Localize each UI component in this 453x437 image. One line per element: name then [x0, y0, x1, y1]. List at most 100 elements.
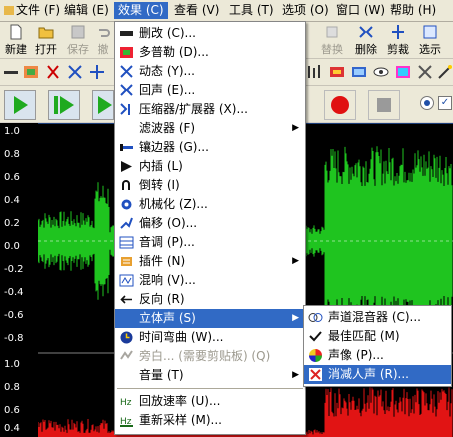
plugin-icon [121, 257, 132, 266]
ruler-tick: 0.4 [4, 423, 20, 434]
delete-button[interactable]: 删除 [350, 22, 382, 58]
menu-edit[interactable]: 编辑 (E) [60, 2, 113, 19]
menu-file[interactable]: 文件 (F) [0, 2, 64, 19]
time-warp-icon [120, 331, 133, 344]
submenu-arrow-icon: ▶ [292, 313, 299, 323]
spectrum-icon[interactable] [350, 63, 368, 81]
play-loop-icon [98, 96, 112, 114]
select-button[interactable]: 选示 [414, 22, 446, 58]
menu-bar: 文件 (F) 编辑 (E) 效果 (C) 查看 (V) 工具 (T) 选项 (O… [0, 0, 453, 22]
menu-item-stereo[interactable]: 立体声 (S) ▶ [115, 309, 305, 328]
menu-effects[interactable]: 效果 (C) [114, 2, 168, 19]
best-match-icon [309, 331, 322, 342]
menu-window[interactable]: 窗口 (W) [332, 2, 389, 19]
play-to-end-icon [54, 96, 74, 114]
cut-button[interactable]: 剪裁 [382, 22, 414, 58]
menu-item-volume[interactable]: 音量 (T) ▶ [115, 366, 305, 385]
bars-icon[interactable] [328, 63, 346, 81]
open-folder-icon [38, 27, 54, 39]
menu-tools[interactable]: 工具 (T) [225, 2, 278, 19]
mechanize-icon [121, 199, 132, 210]
playback-rate-icon: Hz [120, 398, 132, 408]
select-icon [423, 25, 437, 39]
channel-mixer-icon [308, 313, 323, 322]
save-button[interactable]: 保存 [62, 22, 94, 58]
invert-icon [122, 180, 130, 190]
stop-button[interactable] [368, 90, 400, 120]
submenu-item-channel-mixer[interactable]: 声道混音器 (C)... [304, 308, 451, 327]
tools-icon[interactable] [416, 63, 434, 81]
ruler-tick: 0.6 [4, 172, 20, 183]
play-button[interactable] [4, 90, 36, 120]
menu-item-offset[interactable]: 偏移 (O)... [115, 214, 305, 233]
ruler-tick: 0.8 [4, 149, 20, 160]
ruler-tick: -0.6 [4, 310, 24, 321]
submenu-arrow-icon: ▶ [292, 123, 299, 133]
undo-button[interactable]: 撤 [92, 22, 114, 58]
replace-icon [326, 26, 338, 38]
submenu-item-best-match[interactable]: 最佳匹配 (M) [304, 327, 451, 346]
menu-item-time-warp[interactable]: 时间弯曲 (W)... [115, 328, 305, 347]
play-icon [14, 96, 28, 114]
delete-icon [359, 26, 373, 38]
new-button[interactable]: 新建 [0, 22, 32, 58]
submenu-item-pan[interactable]: 声像 (P)... [304, 346, 451, 365]
eye-icon[interactable] [372, 63, 390, 81]
menu-item-reverse[interactable]: 反向 (R) [115, 290, 305, 309]
compressor-icon [120, 103, 130, 115]
menu-item-invert[interactable]: 倒转 (I) [115, 176, 305, 195]
menu-help[interactable]: 帮助 (H) [386, 2, 440, 19]
new-file-icon [10, 24, 22, 40]
voiceover-icon [120, 350, 133, 360]
menu-item-filter[interactable]: 滤波器 (F) ▶ [115, 119, 305, 138]
menu-item-mechanize[interactable]: 机械化 (Z)... [115, 195, 305, 214]
ruler-tick: 0.8 [4, 382, 20, 393]
menu-item-interpolate[interactable]: 内插 (L) [115, 157, 305, 176]
record-button[interactable] [324, 90, 356, 120]
menu-item-voiceover[interactable]: 旁白... (需要剪贴板) (Q) [115, 347, 305, 366]
effects-menu: 删改 (C)... 多普勒 (D)... 动态 (Y)... 回声 (E)...… [114, 21, 306, 435]
play-loop-button[interactable] [92, 90, 114, 120]
radio-icon[interactable] [420, 96, 434, 110]
wand-icon[interactable] [436, 63, 453, 81]
mix-tool-icon[interactable] [22, 63, 40, 81]
reverb-icon [119, 274, 134, 287]
menu-item-compressor[interactable]: 压缩器/扩展器 (X)... [115, 100, 305, 119]
grid-tool-icon[interactable] [88, 63, 106, 81]
split-tool-icon[interactable] [66, 63, 84, 81]
open-button[interactable]: 打开 [30, 22, 62, 58]
menu-item-playback-rate[interactable]: Hz 回放速率 (U)... [115, 392, 305, 411]
menu-item-resample[interactable]: Hz 重新采样 (M)... [115, 411, 305, 430]
palette-icon[interactable] [394, 63, 412, 81]
menu-item-doppler[interactable]: 多普勒 (D)... [115, 43, 305, 62]
marker-tool-icon[interactable] [44, 63, 62, 81]
pan-icon [309, 349, 322, 362]
ruler-tick: 0.6 [4, 405, 20, 416]
submenu-arrow-icon: ▶ [292, 370, 299, 380]
menu-options[interactable]: 选项 (O) [278, 2, 333, 19]
folder-icon [4, 6, 14, 15]
menu-item-plugin[interactable]: 插件 (N) ▶ [115, 252, 305, 271]
replace-button[interactable]: 替换 [316, 22, 348, 58]
doppler-icon [120, 47, 133, 58]
ruler-tick: -0.2 [4, 264, 24, 275]
ruler-tick: 1.0 [4, 126, 20, 137]
line-tool-icon[interactable] [2, 63, 20, 81]
menu-item-echo[interactable]: 回声 (E)... [115, 81, 305, 100]
menu-item-dynamics[interactable]: 动态 (Y)... [115, 62, 305, 81]
menu-item-flanger[interactable]: 镶边器 (G)... [115, 138, 305, 157]
equalizer-icon[interactable] [306, 63, 324, 81]
echo-icon [120, 84, 133, 96]
checkbox-icon[interactable]: ✓ [438, 96, 452, 110]
undo-icon [99, 29, 110, 37]
ruler-tick: 1.0 [4, 359, 20, 370]
reverse-icon [120, 295, 132, 304]
play-to-end-button[interactable] [48, 90, 80, 120]
vocal-remove-icon [309, 368, 322, 381]
menu-item-pitch[interactable]: 音调 (P)... [115, 233, 305, 252]
menu-view[interactable]: 查看 (V) [170, 2, 223, 19]
menu-item-reverb[interactable]: 混响 (V)... [115, 271, 305, 290]
submenu-item-vocal-remove[interactable]: 消减人声 (R)... [304, 365, 451, 384]
ruler-tick: -0.8 [4, 333, 24, 344]
menu-item-delete-edit[interactable]: 删改 (C)... [115, 24, 305, 43]
